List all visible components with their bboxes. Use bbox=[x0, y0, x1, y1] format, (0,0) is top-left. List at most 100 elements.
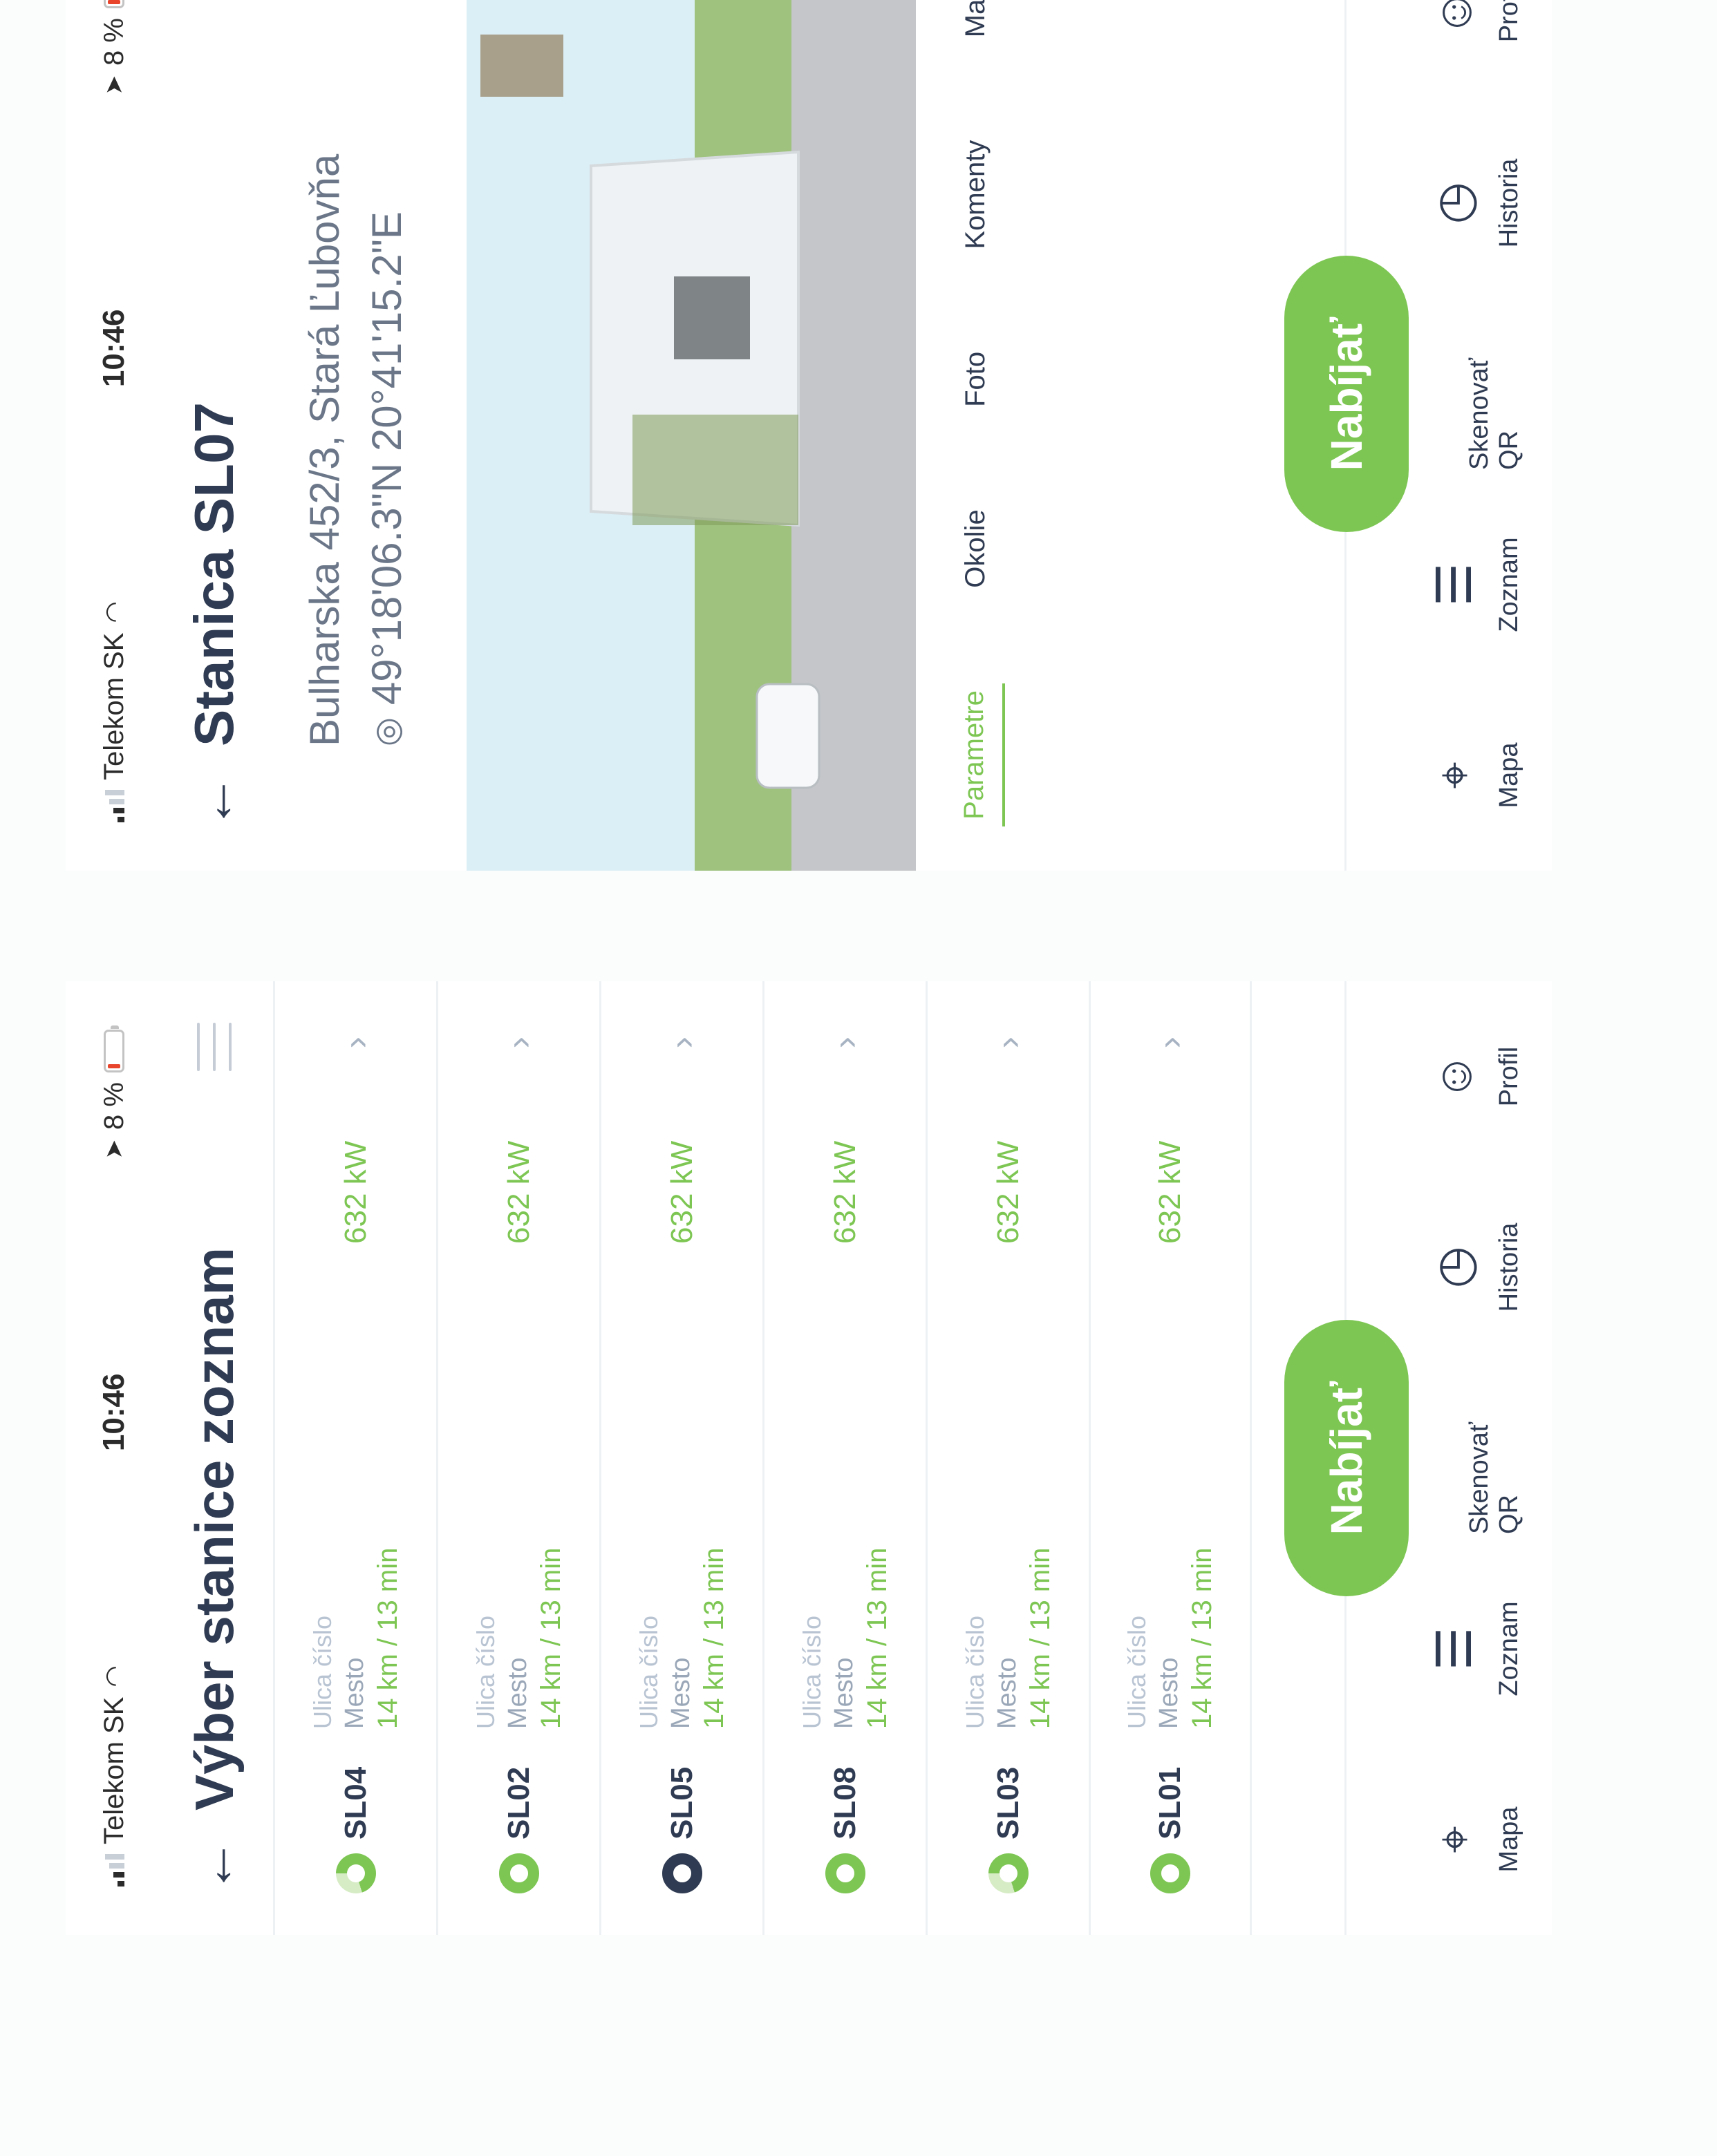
user-icon: ☺ bbox=[1427, 0, 1481, 37]
charge-button[interactable]: Nabíjať bbox=[1284, 256, 1409, 532]
station-code: SL04 bbox=[338, 1766, 373, 1840]
wifi-icon: ◠ bbox=[100, 601, 128, 623]
nav-item-skenovat-qr[interactable]: Skenovať QR bbox=[1397, 318, 1524, 470]
station-row[interactable]: SL08 Ulica číslo Mesto 14 km / 13 min 63… bbox=[762, 981, 926, 1935]
station-row[interactable]: SL02 Ulica číslo Mesto 14 km / 13 min 63… bbox=[436, 981, 599, 1935]
nav-label: Mapa bbox=[1494, 1806, 1523, 1873]
menu-icon[interactable] bbox=[197, 1023, 232, 1071]
station-city: Mesto bbox=[1154, 1657, 1183, 1729]
station-row[interactable]: SL04 Ulica číslo Mesto 14 km / 13 min 63… bbox=[273, 981, 436, 1935]
station-city: Mesto bbox=[829, 1657, 858, 1729]
nav-item-mapa[interactable]: ⌖ Mapa bbox=[1427, 1763, 1524, 1916]
station-code: SL05 bbox=[664, 1766, 699, 1840]
station-code: SL01 bbox=[1153, 1766, 1187, 1840]
station-distance: 14 km / 13 min bbox=[1024, 1547, 1055, 1729]
status-indicator-icon bbox=[498, 1853, 539, 1893]
nav-label: Zoznam bbox=[1494, 1601, 1523, 1696]
battery-percent: 8 % bbox=[98, 1082, 129, 1130]
status-indicator-icon bbox=[988, 1853, 1029, 1893]
station-code: SL08 bbox=[827, 1766, 862, 1840]
charge-button[interactable]: Nabíjať bbox=[1284, 1320, 1409, 1596]
station-city: Mesto bbox=[339, 1657, 369, 1729]
list-header: ← Výber stanice zoznam bbox=[162, 981, 266, 1935]
nav-item-skenovat-qr[interactable]: Skenovať QR bbox=[1397, 1382, 1524, 1534]
chevron-right-icon: › bbox=[498, 1037, 539, 1049]
gps-coordinates: 49°18'06.3"N 20°41'15.2"E bbox=[364, 211, 410, 706]
station-power: 632 kW bbox=[1153, 1140, 1187, 1244]
map-pin-icon: ⌖ bbox=[1427, 762, 1481, 789]
station-street: Ulica číslo bbox=[634, 1615, 663, 1729]
nav-label: Profil bbox=[1494, 0, 1523, 43]
status-indicator-icon bbox=[662, 1853, 702, 1893]
nav-label: Mapa bbox=[1494, 742, 1523, 808]
detail-tabs: Parametre Okolie Foto Komenty Mapa bbox=[937, 0, 1020, 871]
chevron-right-icon: › bbox=[825, 1037, 865, 1049]
history-icon: ◷ bbox=[1427, 1246, 1481, 1289]
station-detail-screen: Telekom SK ◠ 10:46 ➤ 8 % ← Stanica SL07 … bbox=[66, 0, 1552, 871]
tab-okolie[interactable]: Okolie bbox=[953, 502, 1004, 594]
location-arrow-icon: ➤ bbox=[101, 1139, 127, 1160]
carrier-label: Telekom SK bbox=[98, 632, 129, 780]
chevron-right-icon: › bbox=[1150, 1037, 1190, 1049]
station-street: Ulica číslo bbox=[1123, 1615, 1151, 1729]
nav-item-profil[interactable]: ☺ Profil bbox=[1427, 1001, 1524, 1153]
clock: 10:46 bbox=[97, 309, 131, 388]
chevron-right-icon: › bbox=[662, 1037, 702, 1049]
back-arrow-icon[interactable]: ← bbox=[183, 746, 245, 829]
nav-label: Historia bbox=[1494, 1222, 1523, 1312]
back-arrow-icon[interactable]: ← bbox=[183, 1810, 245, 1893]
station-row[interactable]: SL03 Ulica číslo Mesto 14 km / 13 min 63… bbox=[926, 981, 1089, 1935]
station-title: Stanica SL07 bbox=[183, 401, 245, 746]
signal-icon bbox=[104, 790, 124, 822]
clock: 10:46 bbox=[97, 1373, 131, 1452]
wifi-icon: ◠ bbox=[100, 1665, 128, 1687]
battery-percent: 8 % bbox=[98, 18, 129, 66]
nav-item-mapa[interactable]: ⌖ Mapa bbox=[1427, 699, 1524, 851]
nav-label: Skenovať QR bbox=[1465, 357, 1523, 470]
tab-foto[interactable]: Foto bbox=[953, 345, 1004, 414]
chevron-right-icon: › bbox=[335, 1037, 376, 1049]
status-bar: Telekom SK ◠ 10:46 ➤ 8 % bbox=[66, 981, 162, 1935]
station-street: Ulica číslo bbox=[797, 1615, 826, 1729]
station-row[interactable]: SL05 Ulica číslo Mesto 14 km / 13 min 63… bbox=[599, 981, 762, 1935]
status-indicator-icon bbox=[825, 1853, 865, 1893]
status-indicator-icon bbox=[335, 1853, 376, 1893]
station-city: Mesto bbox=[503, 1657, 532, 1729]
nav-item-zoznam[interactable]: ☰ Zoznam bbox=[1427, 1573, 1524, 1725]
nav-label: Zoznam bbox=[1494, 537, 1523, 632]
list-icon: ☰ bbox=[1427, 1627, 1481, 1671]
station-photo bbox=[467, 0, 916, 871]
station-gps: ◎ 49°18'06.3"N 20°41'15.2"E bbox=[363, 211, 411, 746]
station-illustration bbox=[467, 0, 916, 871]
nav-item-historia[interactable]: ◷ Historia bbox=[1427, 1191, 1524, 1343]
map-pin-icon: ⌖ bbox=[1427, 1826, 1481, 1853]
station-power: 632 kW bbox=[501, 1140, 536, 1244]
station-address: Bulharska 452/3, Stará Ľubovňa bbox=[301, 153, 348, 746]
station-distance: 14 km / 13 min bbox=[372, 1547, 403, 1729]
station-power: 632 kW bbox=[664, 1140, 699, 1244]
bottom-nav: Nabíjať ⌖ Mapa ☰ Zoznam Skenovať QR ◷ Hi… bbox=[1284, 981, 1552, 1935]
station-list-screen: Telekom SK ◠ 10:46 ➤ 8 % ← Výber stanice… bbox=[66, 981, 1552, 1935]
station-list: SL04 Ulica číslo Mesto 14 km / 13 min 63… bbox=[273, 981, 1252, 1935]
location-pin-icon: ◎ bbox=[368, 717, 406, 746]
station-row[interactable]: SL01 Ulica číslo Mesto 14 km / 13 min 63… bbox=[1089, 981, 1252, 1935]
tab-komenty[interactable]: Komenty bbox=[953, 133, 1004, 256]
bottom-nav: Nabíjať ⌖ Mapa ☰ Zoznam Skenovať QR ◷ Hi… bbox=[1284, 0, 1552, 871]
station-power: 632 kW bbox=[338, 1140, 373, 1244]
nav-item-zoznam[interactable]: ☰ Zoznam bbox=[1427, 509, 1524, 661]
nav-item-historia[interactable]: ◷ Historia bbox=[1427, 127, 1524, 279]
nav-item-profil[interactable]: ☺ Profil bbox=[1427, 0, 1524, 88]
tab-mapa[interactable]: Mapa bbox=[953, 0, 1004, 44]
location-arrow-icon: ➤ bbox=[101, 75, 127, 95]
nav-label: Historia bbox=[1494, 158, 1523, 248]
station-city: Mesto bbox=[666, 1657, 695, 1729]
battery-icon bbox=[104, 0, 124, 9]
tab-parametre[interactable]: Parametre bbox=[951, 683, 1005, 826]
nav-label: Profil bbox=[1494, 1046, 1523, 1107]
battery-icon bbox=[104, 1030, 124, 1073]
station-power: 632 kW bbox=[991, 1140, 1025, 1244]
station-street: Ulica číslo bbox=[471, 1615, 500, 1729]
station-distance: 14 km / 13 min bbox=[861, 1547, 892, 1729]
carrier-label: Telekom SK bbox=[98, 1696, 129, 1844]
station-distance: 14 km / 13 min bbox=[1187, 1547, 1217, 1729]
